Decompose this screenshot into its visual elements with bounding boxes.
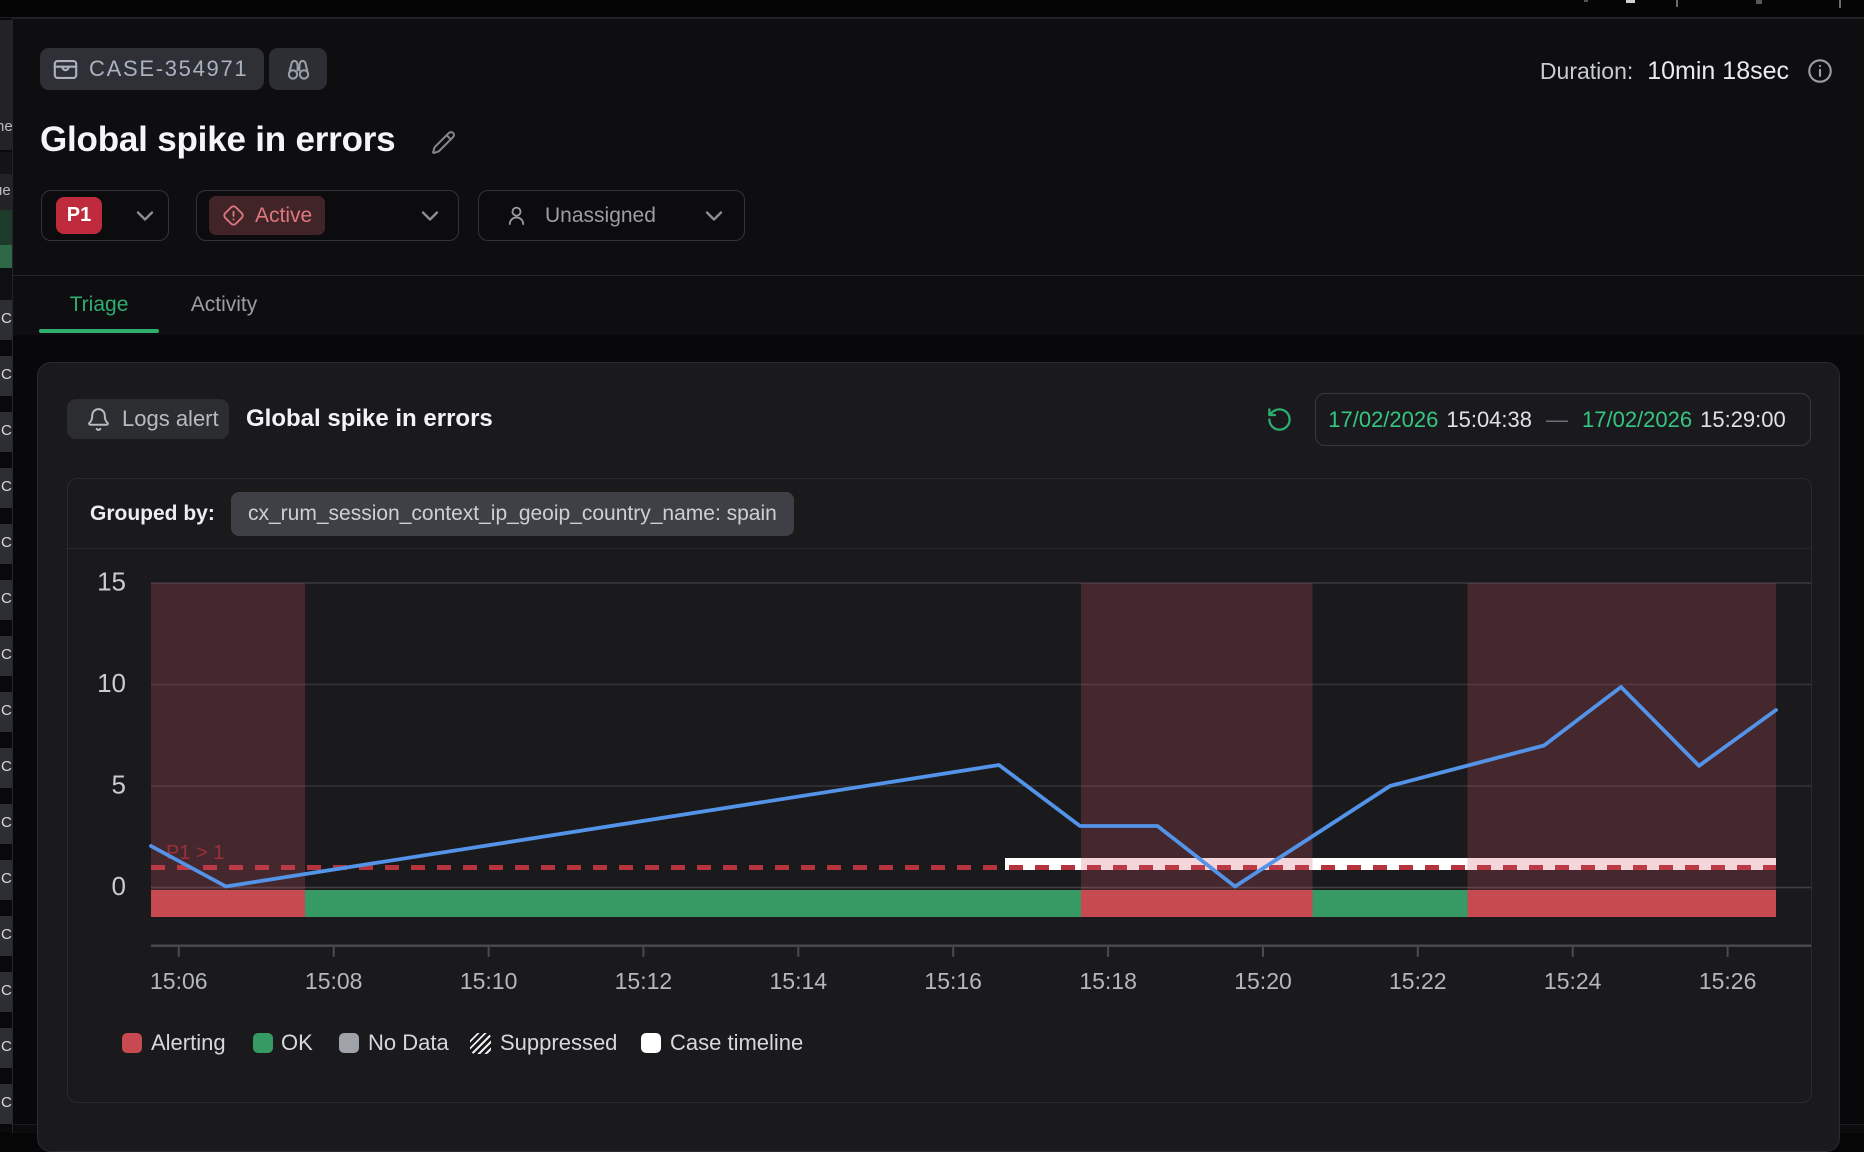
- svg-text:15:10: 15:10: [460, 968, 518, 994]
- svg-text:5: 5: [112, 770, 126, 800]
- svg-text:15:14: 15:14: [770, 968, 828, 994]
- svg-text:15:24: 15:24: [1544, 968, 1602, 994]
- svg-text:15:06: 15:06: [150, 968, 208, 994]
- svg-text:15:08: 15:08: [305, 968, 363, 994]
- svg-text:15: 15: [97, 567, 126, 597]
- svg-text:15:22: 15:22: [1389, 968, 1447, 994]
- svg-text:10: 10: [97, 668, 126, 698]
- svg-text:0: 0: [112, 871, 126, 901]
- svg-text:15:16: 15:16: [924, 968, 982, 994]
- svg-text:15:12: 15:12: [615, 968, 673, 994]
- svg-text:15:26: 15:26: [1699, 968, 1757, 994]
- svg-text:15:20: 15:20: [1234, 968, 1292, 994]
- svg-text:15:18: 15:18: [1079, 968, 1137, 994]
